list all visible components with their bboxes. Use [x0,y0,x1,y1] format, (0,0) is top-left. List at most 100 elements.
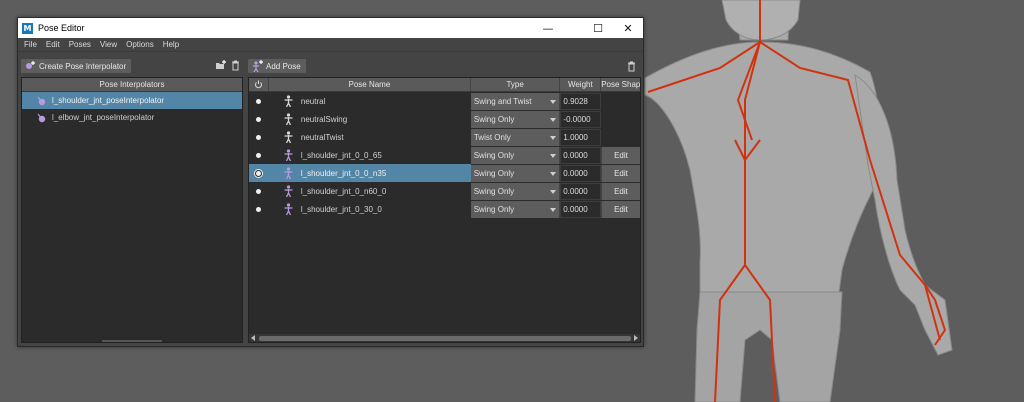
menu-edit[interactable]: Edit [46,40,60,49]
table-row[interactable]: neutralSwing Swing Only -0.0000 [249,110,640,128]
pose-icon [284,131,293,143]
menu-file[interactable]: File [24,40,37,49]
edit-pose-shape-button[interactable]: Edit [601,164,640,182]
pose-weight-field[interactable]: 0.0000 [560,147,601,164]
pose-name-column-header[interactable]: Pose Name [269,78,471,91]
pose-type-value: Swing Only [473,151,515,160]
edit-pose-shape-button[interactable]: Edit [601,182,640,200]
interpolator-label: l_shoulder_jnt_poseInterpolator [52,96,165,105]
table-row[interactable]: l_shoulder_jnt_0_30_0 Swing Only 0.0000 … [249,200,640,218]
pose-enabled-toggle[interactable] [249,92,269,110]
menu-help[interactable]: Help [163,40,179,49]
pose-type-dropdown[interactable]: Twist Only [470,129,561,146]
pose-type-dropdown[interactable]: Swing Only [470,111,561,128]
pose-type-dropdown[interactable]: Swing and Twist [470,93,561,110]
weight-column-header[interactable]: Weight [560,78,602,91]
enabled-column-header[interactable] [249,78,269,91]
create-pose-interpolator-button[interactable]: Create Pose Interpolator [21,59,132,73]
poses-panel: Add Pose Pose Name Type Weight Pose Shap [248,59,641,343]
pose-type-value: Twist Only [473,133,511,142]
pose-weight-field[interactable]: -0.0000 [560,111,602,128]
maya-app-icon: M [22,22,33,34]
menu-options[interactable]: Options [126,40,154,49]
pose-weight-field[interactable]: 0.0000 [560,165,601,182]
enabled-dot-icon [256,152,262,158]
pose-editor-window: M Pose Editor — ☐ ✕ File Edit Poses View… [17,17,644,347]
delete-pose-trash-icon[interactable] [626,61,637,72]
list-item-interpolator[interactable]: l_shoulder_jnt_poseInterpolator [22,92,242,109]
pose-name: neutral [300,96,326,106]
pose-shape-cell [601,110,640,128]
menu-view[interactable]: View [100,40,117,49]
editor-content: Create Pose Interpolator Pose Interpolat… [18,53,643,346]
pose-icon [284,113,293,125]
pose-type-dropdown[interactable]: Swing Only [470,183,561,200]
table-row[interactable]: l_shoulder_jnt_0_0_65 Swing Only 0.0000 … [249,146,640,164]
dropdown-arrow-icon [550,153,557,158]
menu-poses[interactable]: Poses [69,40,91,49]
pose-type-value: Swing Only [473,187,515,196]
pose-shape-cell [601,128,640,146]
pose-enabled-toggle[interactable] [249,146,269,164]
pose-name: neutralSwing [300,114,348,124]
pose-name: l_shoulder_jnt_0_0_n35 [300,168,387,178]
pose-weight-field[interactable]: 0.0000 [560,183,601,200]
pose-weight-field[interactable]: 0.0000 [560,201,601,218]
pose-interpolator-icon [37,113,46,122]
poses-table: Pose Name Type Weight Pose Shap neutral … [248,77,641,343]
pose-type-dropdown[interactable]: Swing Only [470,165,561,182]
dropdown-arrow-icon [550,99,557,104]
dropdown-arrow-icon [550,171,557,176]
horizontal-scrollbar[interactable] [249,333,640,342]
pose-shape-column-header[interactable]: Pose Shap [601,78,640,91]
table-row[interactable]: l_shoulder_jnt_0_0_n35 Swing Only 0.0000… [249,164,640,182]
pose-enabled-toggle[interactable] [249,128,269,146]
table-row[interactable]: l_shoulder_jnt_0_n60_0 Swing Only 0.0000… [249,182,640,200]
pose-name: l_shoulder_jnt_0_30_0 [300,204,382,214]
type-column-header[interactable]: Type [471,78,561,91]
minimize-button[interactable]: — [532,18,564,38]
pose-weight-field[interactable]: 0.9028 [560,93,602,110]
pose-enabled-toggle[interactable] [249,110,269,128]
enabled-dot-icon [255,169,263,177]
pose-interpolator-add-icon [26,61,35,69]
list-item-interpolator[interactable]: l_elbow_jnt_poseInterpolator [22,109,242,126]
pose-interpolators-list: Pose Interpolators l_shoulder_jnt_poseIn… [21,77,243,343]
pose-interpolators-header: Pose Interpolators [22,78,242,92]
add-pose-button[interactable]: Add Pose [248,59,306,73]
table-row[interactable]: neutral Swing and Twist 0.9028 [249,92,640,110]
scroll-thumb[interactable] [259,336,631,341]
pose-name: l_shoulder_jnt_0_0_65 [300,150,382,160]
edit-pose-shape-button[interactable]: Edit [601,200,640,218]
menu-bar: File Edit Poses View Options Help [18,38,643,52]
edit-pose-shape-button[interactable]: Edit [601,146,640,164]
title-bar[interactable]: M Pose Editor — ☐ ✕ [18,18,643,38]
enabled-dot-icon [256,206,262,212]
interpolator-label: l_elbow_jnt_poseInterpolator [52,113,155,122]
pose-type-value: Swing and Twist [473,97,532,106]
pose-interpolator-icon [37,96,46,105]
pose-type-value: Swing Only [473,115,515,124]
left-panel-scrollbar[interactable] [22,340,242,342]
dropdown-arrow-icon [550,189,557,194]
pose-enabled-toggle[interactable] [249,200,269,218]
pose-type-dropdown[interactable]: Swing Only [470,147,561,164]
maximize-button[interactable]: ☐ [582,18,614,38]
resize-grip[interactable] [102,340,162,342]
pose-name: neutralTwist [300,132,344,142]
pose-weight-field[interactable]: 1.0000 [560,129,602,146]
new-folder-icon[interactable] [215,60,226,71]
pose-enabled-toggle[interactable] [249,182,269,200]
enabled-dot-icon [256,188,262,194]
trash-icon[interactable] [230,60,241,71]
pose-icon [284,185,293,197]
enabled-dot-icon [256,116,262,122]
table-row[interactable]: neutralTwist Twist Only 1.0000 [249,128,640,146]
create-pose-interpolator-label: Create Pose Interpolator [39,61,127,71]
close-button[interactable]: ✕ [612,18,644,38]
pose-enabled-toggle[interactable] [249,164,269,182]
scroll-right-icon[interactable] [634,335,638,341]
pose-type-dropdown[interactable]: Swing Only [470,201,561,218]
left-panel-toolbar [215,60,241,71]
scroll-left-icon[interactable] [251,335,255,341]
